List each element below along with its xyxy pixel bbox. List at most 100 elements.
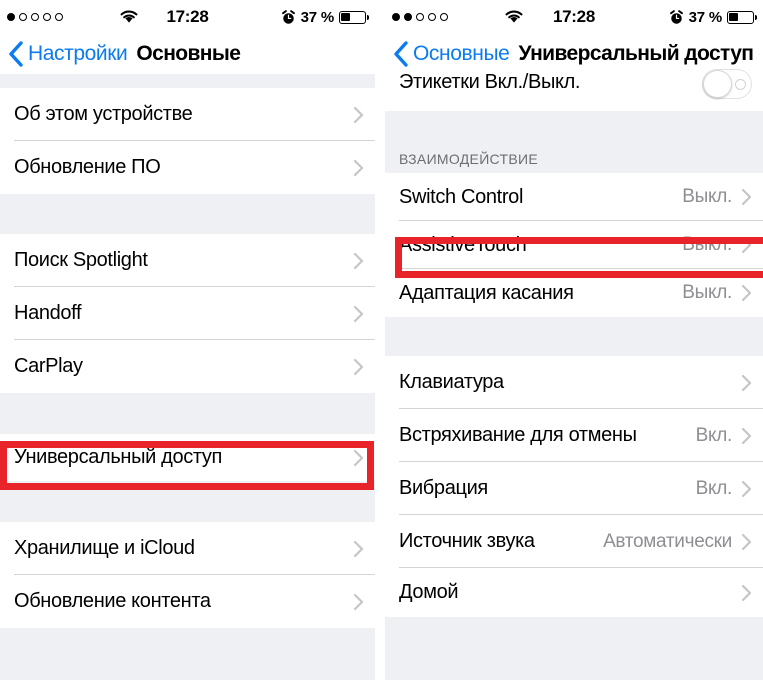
group-spacer-2 [0, 393, 375, 434]
row-vibration[interactable]: Вибрация Вкл. [385, 462, 763, 515]
row-value: Выкл. [682, 186, 732, 207]
row-accessory: Вкл. [696, 478, 752, 500]
status-bar-clock: 17:28 [553, 7, 595, 26]
chevron-right-icon [353, 305, 364, 322]
row-value: Выкл. [682, 282, 732, 303]
row-home-button[interactable]: Домой [385, 568, 763, 617]
toggle-off-indicator [735, 79, 746, 90]
settings-group-accessibility: Универсальный доступ [0, 434, 375, 481]
dual-screenshot-container: 17:28 37 % Настройки Основные Об этом ус… [0, 0, 763, 680]
right-phone-screen: 17:28 37 % Основные Универсальный доступ [385, 0, 763, 680]
page-title: Основные [136, 42, 241, 65]
row-label: Вибрация [399, 477, 488, 499]
row-label: Адаптация касания [399, 281, 574, 304]
row-spotlight-search[interactable]: Поиск Spotlight [0, 234, 375, 287]
back-chevron-icon[interactable] [8, 41, 24, 67]
row-onoff-labels[interactable]: Этикетки Вкл./Выкл. [385, 69, 763, 111]
row-label: CarPlay [14, 355, 83, 377]
back-button-label[interactable]: Основные [413, 42, 510, 66]
chevron-right-icon [353, 159, 364, 176]
row-storage-icloud[interactable]: Хранилище и iCloud [0, 522, 375, 575]
right-settings-list[interactable]: Этикетки Вкл./Выкл. ВЗАИМОДЕЙСТВИЕ Switc… [385, 69, 763, 680]
battery-icon [339, 10, 369, 24]
row-accessibility[interactable]: Универсальный доступ [0, 434, 375, 481]
row-accessory [353, 305, 364, 323]
back-chevron-icon[interactable] [393, 41, 409, 67]
row-label: Handoff [14, 302, 82, 324]
settings-group-device: Об этом устройстве Обновление ПО [0, 88, 375, 194]
row-label: Универсальный доступ [14, 446, 223, 468]
battery-icon [727, 10, 757, 24]
row-accessory: Вкл. [696, 425, 752, 447]
row-accessory [353, 358, 364, 376]
onoff-labels-toggle[interactable] [702, 69, 752, 99]
chevron-right-icon [353, 593, 364, 610]
row-accessory: Автоматически [603, 531, 752, 553]
left-phone-screen: 17:28 37 % Настройки Основные Об этом ус… [0, 0, 375, 680]
row-label: Хранилище и iCloud [14, 537, 195, 559]
row-software-update[interactable]: Обновление ПО [0, 141, 375, 194]
left-status-bar: 17:28 37 % [0, 0, 375, 34]
chevron-right-icon [741, 533, 752, 550]
settings-group-storage: Хранилище и iCloud Обновление контента [0, 522, 375, 628]
chevron-right-icon [353, 358, 364, 375]
row-value: Автоматически [603, 530, 732, 552]
row-value: Вкл. [695, 424, 733, 446]
chevron-right-icon [741, 284, 752, 302]
chevron-right-icon [741, 188, 752, 206]
row-accessory [353, 252, 364, 270]
row-assistivetouch[interactable]: AssistiveTouch Выкл. [385, 221, 763, 269]
row-about-device[interactable]: Об этом устройстве [0, 88, 375, 141]
row-handoff[interactable]: Handoff [0, 287, 375, 340]
row-value: Вкл. [695, 477, 733, 499]
row-accessory [353, 106, 364, 124]
row-switch-control[interactable]: Switch Control Выкл. [385, 173, 763, 221]
row-label: AssistiveTouch [399, 233, 527, 256]
row-label: Switch Control [399, 185, 524, 208]
row-label: Источник звука [399, 530, 535, 552]
toggle-knob[interactable] [703, 70, 732, 98]
settings-group-labels: Этикетки Вкл./Выкл. [385, 69, 763, 111]
row-label: Этикетки Вкл./Выкл. [399, 71, 581, 93]
row-carplay[interactable]: CarPlay [0, 340, 375, 393]
chevron-right-icon [741, 427, 752, 444]
chevron-right-icon [353, 540, 364, 557]
row-label: Домой [399, 581, 459, 603]
row-accessory: Выкл. [682, 186, 752, 208]
back-button-label[interactable]: Настройки [28, 42, 128, 66]
list-top-spacer [0, 74, 375, 88]
row-label: Об этом устройстве [14, 103, 193, 125]
row-accessory [353, 540, 364, 558]
row-background-refresh[interactable]: Обновление контента [0, 575, 375, 628]
row-accessory [732, 584, 752, 602]
row-label: Обновление контента [14, 590, 211, 612]
row-value: Выкл. [682, 234, 732, 255]
section-header-interaction: ВЗАИМОДЕЙСТВИЕ [385, 143, 763, 173]
row-accessory: Выкл. [682, 282, 752, 304]
section-header-label: ВЗАИМОДЕЙСТВИЕ [399, 151, 538, 167]
group-spacer-interaction [385, 317, 763, 356]
chevron-right-icon [353, 252, 364, 269]
status-bar-clock: 17:28 [166, 7, 209, 26]
row-label: Встряхивание для отмены [399, 424, 637, 446]
chevron-right-icon [353, 449, 364, 466]
right-status-bar: 17:28 37 % [385, 0, 763, 34]
group-spacer-3 [0, 481, 375, 522]
list-bottom-spacer [385, 617, 763, 647]
row-touch-accommodations[interactable]: Адаптация касания Выкл. [385, 269, 763, 317]
row-accessory: Выкл. [682, 234, 752, 256]
row-audio-routing[interactable]: Источник звука Автоматически [385, 515, 763, 568]
row-accessory [353, 449, 364, 467]
row-shake-to-undo[interactable]: Встряхивание для отмены Вкл. [385, 409, 763, 462]
row-keyboard[interactable]: Клавиатура [385, 356, 763, 409]
chevron-right-icon [741, 584, 752, 601]
row-label: Обновление ПО [14, 156, 161, 178]
group-spacer-top [385, 111, 763, 143]
row-label: Клавиатура [399, 371, 504, 393]
list-bottom-spacer [0, 628, 375, 668]
settings-group-interaction: Switch Control Выкл. AssistiveTouch Выкл… [385, 173, 763, 317]
group-spacer-1 [0, 194, 375, 234]
screen-separator [375, 0, 385, 680]
chevron-right-icon [741, 374, 752, 391]
left-settings-list[interactable]: Об этом устройстве Обновление ПО Поиск S… [0, 74, 375, 680]
